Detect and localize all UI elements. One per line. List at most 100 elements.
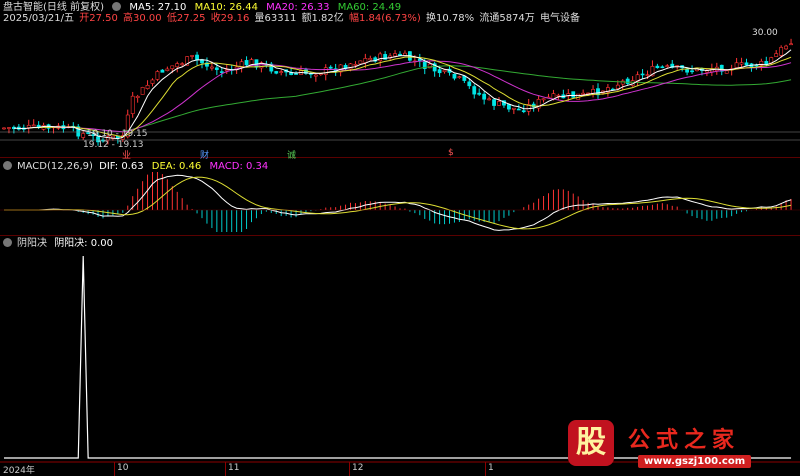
candle-body [31, 124, 36, 127]
candle-body [323, 67, 328, 75]
event-marker-cheng[interactable]: 诚 [287, 148, 296, 161]
gu-logo-icon: 股 [568, 420, 614, 466]
event-marker-ye[interactable]: 业 [122, 148, 131, 161]
candle-body [244, 60, 249, 66]
candle-body [521, 110, 526, 113]
range-annotation-2: 19.12 - 19.13 [83, 140, 144, 150]
candle-body [492, 99, 496, 106]
candle-body [175, 63, 180, 68]
macd-name[interactable]: MACD(12,26,9) [17, 161, 93, 172]
candle-body [195, 54, 199, 61]
candle-body [437, 69, 442, 74]
x-label-year: 2024年 [3, 466, 35, 476]
candle-body [239, 61, 244, 67]
ma60-line [122, 65, 792, 132]
yinyang-value: 阴阳决: 0.00 [54, 238, 114, 249]
candle-body [224, 69, 229, 72]
candle-body [779, 47, 784, 56]
candle-body [625, 78, 630, 84]
macd-dif: DIF: 0.63 [99, 161, 144, 172]
candle-body [724, 70, 729, 74]
candle-body [457, 76, 462, 78]
candle-body [279, 71, 284, 73]
yinyang-header: 阴阳决 阴阳决: 0.00 [3, 238, 118, 250]
watermark-logo: 股 公式之家 www.gszj100.com [556, 420, 792, 470]
candle-body [135, 95, 140, 98]
candle-body [506, 104, 511, 110]
candle-body [665, 65, 670, 67]
candle-body [130, 95, 135, 114]
watermark-url: www.gszj100.com [638, 455, 752, 468]
candle-body [615, 84, 620, 89]
candle-body [739, 62, 744, 65]
candle-body [511, 107, 516, 110]
candle-body [541, 98, 546, 101]
candle-body [155, 71, 160, 80]
yinyang-name[interactable]: 阴阳决 [17, 238, 47, 249]
x-label-oct: 10 [117, 463, 129, 473]
candle-body [348, 63, 353, 70]
candle-body [482, 93, 487, 100]
candle-body [452, 73, 457, 79]
candle-body [442, 69, 447, 73]
candle-body [467, 81, 472, 87]
x-tick [114, 462, 115, 476]
candle-body [655, 65, 660, 69]
candle-body [393, 53, 397, 57]
candle-body [556, 94, 561, 97]
candle-body [640, 73, 645, 76]
macd-value: MACD: 0.34 [209, 161, 269, 172]
candle-body [571, 91, 576, 98]
chart-canvas[interactable] [0, 0, 800, 476]
candle-body [789, 43, 793, 46]
candle-body [214, 67, 219, 70]
candle-body [497, 101, 501, 106]
candle-body [744, 62, 749, 66]
candle-body [145, 84, 150, 89]
ma5-line [13, 49, 792, 140]
candle-body [368, 58, 373, 61]
candle-body [274, 71, 279, 74]
candle-body [2, 127, 6, 130]
candle-body [645, 74, 650, 76]
candle-body [358, 60, 363, 65]
candle-body [170, 65, 175, 69]
toggle-icon[interactable] [3, 161, 12, 170]
x-label-nov: 11 [228, 463, 240, 473]
candle-body [378, 53, 383, 61]
candle-body [26, 125, 31, 128]
candle-body [472, 86, 477, 95]
candle-body [150, 79, 155, 84]
macd-dea: DEA: 0.46 [151, 161, 202, 172]
dea-line [4, 176, 792, 230]
candle-body [591, 89, 595, 94]
candle-body [7, 127, 11, 129]
x-tick [485, 462, 486, 476]
candle-body [190, 55, 195, 57]
x-tick [225, 462, 226, 476]
candle-body [487, 98, 492, 101]
event-marker-dollar[interactable]: $ [448, 148, 454, 158]
watermark-title: 公式之家 [628, 427, 741, 453]
candle-body [180, 63, 185, 66]
candle-body [353, 63, 358, 66]
toggle-icon[interactable] [3, 238, 12, 247]
candle-body [294, 73, 298, 75]
candle-body [690, 70, 694, 73]
candle-body [774, 53, 779, 57]
candle-body [516, 108, 521, 111]
candle-body [660, 66, 665, 69]
candle-body [734, 62, 739, 68]
event-marker-cai[interactable]: 财 [200, 148, 209, 161]
candle-body [165, 68, 170, 71]
x-label-dec: 12 [352, 463, 364, 473]
candle-body [219, 71, 224, 73]
candle-body [210, 66, 214, 69]
candle-body [328, 66, 333, 69]
candle-body [140, 87, 145, 95]
candle-body [784, 45, 789, 50]
candle-body [81, 133, 86, 138]
dif-line [4, 174, 792, 231]
x-label-jan: 1 [488, 463, 494, 473]
range-annotation-1: 19.10 - 19.15 [87, 129, 148, 139]
